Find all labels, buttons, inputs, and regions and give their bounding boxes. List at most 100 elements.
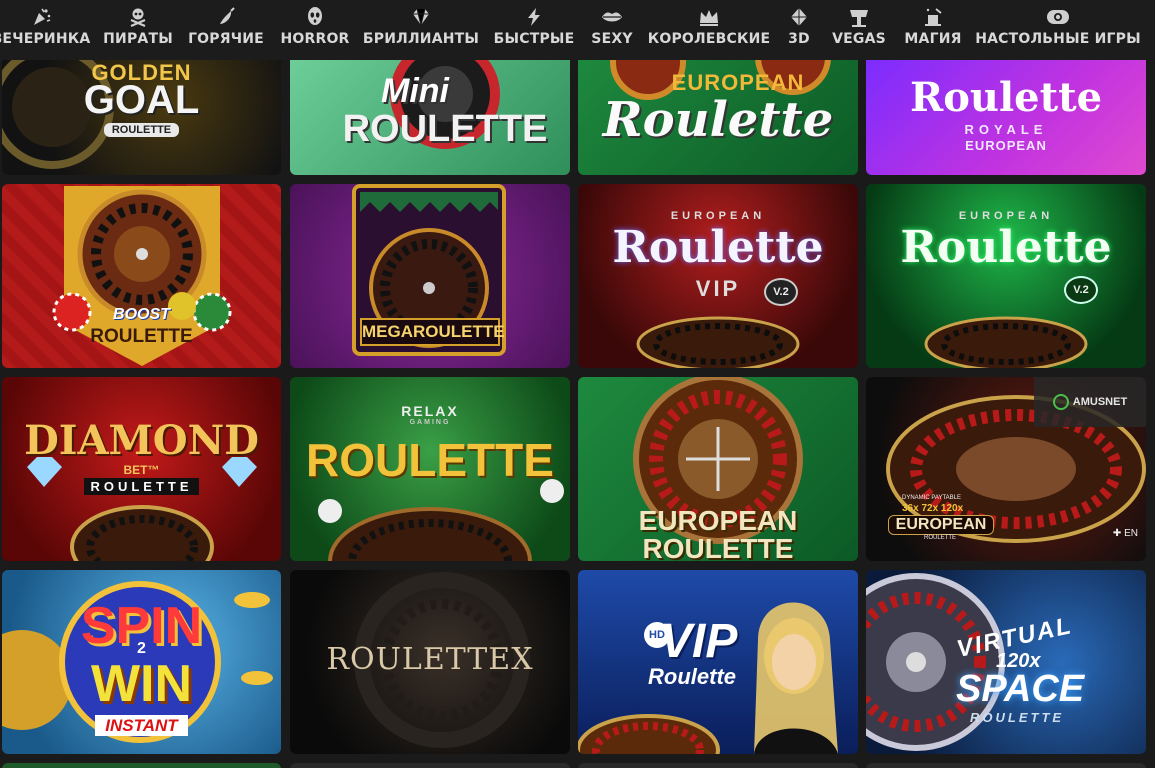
tile-subtitle: DYNAMIC PAYTABLE — [902, 495, 962, 501]
tile-title: Roulette — [612, 222, 824, 273]
nav-item-pirates[interactable]: ПИРАТЫ — [103, 0, 173, 60]
tile-title: BOOST — [113, 306, 170, 323]
provider-name: AMUSNET — [1072, 396, 1128, 408]
game-tile-partial[interactable] — [290, 763, 570, 768]
game-tile-partial[interactable] — [2, 763, 281, 768]
provider-badge: AMUSNET — [1034, 377, 1146, 427]
tile-title: ROULETTE — [90, 326, 193, 347]
language-code: EN — [1124, 528, 1138, 539]
diamond-icon — [410, 6, 432, 28]
game-tile-roulette-royale[interactable]: Roulette ROYALE EUROPEAN — [866, 60, 1146, 175]
lightning-icon — [523, 6, 545, 28]
nav-item-table-games[interactable]: НАСТОЛЬНЫЕ ИГРЫ — [975, 0, 1141, 60]
ghost-mask-icon — [304, 6, 326, 28]
uk-flag-icon: ✚ — [1112, 528, 1125, 539]
tile-subtitle: 36x 72x 120x — [902, 503, 964, 514]
game-tile-virtual-space-roulette[interactable]: VIRTUAL 120x SPACE ROULETTE — [866, 570, 1146, 754]
vegas-sign-icon — [847, 6, 871, 28]
game-tile-relax-roulette[interactable]: RELAX GAMING ROULETTE — [290, 377, 570, 561]
category-nav: ВЕЧЕРИНКА ПИРАТЫ ГОРЯЧИЕ HORROR БРИЛЛИАН… — [0, 0, 1155, 60]
tile-subtitle: EUROPEAN — [670, 210, 766, 222]
tile-title: Roulette — [909, 74, 1103, 121]
amusnet-logo-icon — [1052, 394, 1069, 410]
gem-3d-icon — [788, 6, 810, 28]
crown-icon — [697, 6, 721, 28]
tile-title: Roulette — [900, 222, 1112, 273]
nav-item-vegas[interactable]: VEGAS — [830, 0, 888, 60]
nav-label: КОРОЛЕВСКИЕ — [647, 31, 771, 47]
tile-title: SPACE — [956, 668, 1085, 710]
nav-label: БРИЛЛИАНТЫ — [362, 31, 480, 47]
nav-item-hot[interactable]: ГОРЯЧИЕ — [188, 0, 264, 60]
tile-title: ROULETTE — [306, 434, 554, 486]
game-grid: GOLDEN GOAL ROULETTE Mini ROULETTE EUROP… — [0, 60, 1155, 768]
tile-subtitle: EUROPEAN — [958, 210, 1054, 222]
nav-item-horror[interactable]: HORROR — [280, 0, 350, 60]
game-tile-partial[interactable] — [578, 763, 858, 768]
magic-hat-icon — [922, 6, 944, 28]
nav-label: ПИРАТЫ — [103, 31, 173, 47]
game-tile-european-roulette-vip[interactable]: EUROPEAN Roulette VIP V.2 — [578, 184, 858, 368]
tile-subtitle: GAMING — [409, 419, 451, 426]
tile-title: VIP — [660, 615, 738, 668]
tile-subtitle: RELAX — [401, 403, 459, 419]
nav-label: ГОРЯЧИЕ — [188, 31, 264, 47]
game-tile-diamond-bet-roulette[interactable]: DIAMOND BET™ ROULETTE — [2, 377, 281, 561]
party-icon — [30, 6, 52, 28]
tile-subtitle: ROULETTE — [84, 478, 199, 495]
tile-title: EUROPEAN — [888, 515, 994, 535]
nav-item-magic[interactable]: МАГИЯ — [902, 0, 964, 60]
nav-label: НАСТОЛЬНЫЕ ИГРЫ — [975, 31, 1141, 47]
nav-item-sexy[interactable]: SEXY — [588, 0, 636, 60]
tile-subtitle: VIP — [695, 276, 741, 301]
game-tile-roulettex[interactable]: ROULETTEX — [290, 570, 570, 754]
nav-label: HORROR — [280, 31, 350, 47]
tile-subtitle: ROULETTE — [103, 123, 180, 137]
tile-title: MEGAROULETTE — [360, 318, 505, 346]
nav-label: VEGAS — [832, 31, 886, 47]
tile-title: WIN — [90, 655, 193, 713]
tile-subtitle: ROYALE — [964, 122, 1048, 137]
tile-subtitle: ROULETTE — [970, 710, 1065, 725]
game-tile-megaroulette[interactable]: MEGAROULETTE — [290, 184, 570, 368]
skull-crossbones-icon — [127, 6, 149, 28]
nav-label: SEXY — [591, 31, 633, 47]
game-tile-mini-roulette[interactable]: Mini ROULETTE — [290, 60, 570, 175]
game-tile-european-roulette-green[interactable]: EUROPEAN Roulette — [578, 60, 858, 175]
chili-pepper-icon — [215, 6, 237, 28]
nav-item-fast[interactable]: БЫСТРЫЕ — [494, 0, 574, 60]
version-badge: V.2 — [764, 278, 798, 306]
game-tile-european-roulette-classic[interactable]: EUROPEAN ROULETTE — [578, 377, 858, 561]
tile-title: ROULETTE — [642, 533, 794, 561]
tile-title: GOAL — [83, 78, 200, 122]
game-tile-boost-roulette[interactable]: BOOST ROULETTE — [2, 184, 281, 368]
nav-label: 3D — [788, 31, 810, 47]
tile-title: Mini — [381, 72, 449, 110]
language-badge: ✚ EN — [1113, 528, 1138, 539]
nav-item-3d[interactable]: 3D — [783, 0, 815, 60]
game-tile-spin-2-win-instant[interactable]: SPIN 2 WIN INSTANT — [2, 570, 281, 754]
nav-label: МАГИЯ — [904, 31, 962, 47]
nav-label: БЫСТРЫЕ — [493, 31, 575, 47]
game-tile-hd-vip-roulette[interactable]: HD VIP Roulette — [578, 570, 858, 754]
tile-subtitle: ROULETTE — [923, 535, 956, 541]
tile-subtitle: EUROPEAN — [965, 138, 1047, 153]
nav-label: ВЕЧЕРИНКА — [0, 31, 91, 47]
tile-title: ROULETTE — [342, 108, 548, 150]
tile-title: Roulette — [602, 92, 834, 148]
tile-subtitle: BET™ — [123, 463, 160, 477]
game-tile-partial[interactable] — [866, 763, 1146, 768]
game-tile-golden-goal-roulette[interactable]: GOLDEN GOAL ROULETTE — [2, 60, 281, 175]
nav-item-party[interactable]: ВЕЧЕРИНКА — [0, 0, 90, 60]
tile-subtitle: INSTANT — [95, 715, 188, 736]
version-badge: V.2 — [1064, 276, 1098, 304]
nav-item-royal[interactable]: КОРОЛЕВСКИЕ — [647, 0, 771, 60]
tile-title: DIAMOND — [24, 417, 259, 464]
tile-title: ROULETTEX — [326, 642, 534, 677]
chip-icon — [1045, 6, 1071, 28]
tile-title: Roulette — [648, 664, 736, 689]
game-tile-amusnet-european-roulette[interactable]: AMUSNET DYNAMIC PAYTABLE 36x 72x 120x EU… — [866, 377, 1146, 561]
nav-item-diamonds[interactable]: БРИЛЛИАНТЫ — [362, 0, 480, 60]
lips-icon — [600, 6, 624, 28]
game-tile-european-roulette-v2[interactable]: EUROPEAN Roulette V.2 — [866, 184, 1146, 368]
